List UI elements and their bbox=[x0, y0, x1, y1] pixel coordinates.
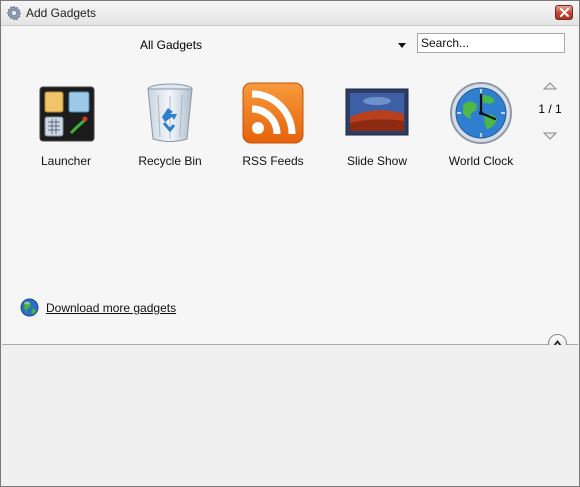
gadget-label: Launcher bbox=[40, 154, 92, 168]
filter-dropdown[interactable]: All Gadgets bbox=[140, 37, 410, 53]
filter-value: All Gadgets bbox=[140, 38, 203, 52]
launcher-icon bbox=[34, 81, 98, 145]
search-input[interactable] bbox=[417, 33, 565, 53]
page-down-button[interactable] bbox=[542, 130, 558, 140]
slide-show-icon bbox=[345, 81, 409, 145]
window-title: Add Gadgets bbox=[26, 6, 97, 20]
gadget-gallery: All Gadgets Launcher bbox=[2, 26, 578, 344]
add-gadgets-window: Add Gadgets All Gadgets Search... Launch… bbox=[0, 0, 580, 487]
download-more-gadgets-link[interactable]: Download more gadgets bbox=[46, 301, 176, 315]
page-up-button[interactable] bbox=[542, 80, 558, 90]
gadget-world-clock[interactable]: World Clock bbox=[435, 81, 527, 181]
gadget-label: Recycle Bin bbox=[138, 154, 202, 168]
gadget-label: World Clock bbox=[448, 154, 514, 168]
details-pane bbox=[2, 345, 578, 486]
world-clock-icon bbox=[449, 81, 513, 145]
close-icon bbox=[560, 8, 569, 17]
gadget-label: Slide Show bbox=[346, 154, 408, 168]
gadget-slide-show[interactable]: Slide Show bbox=[331, 81, 423, 181]
chevron-down-icon[interactable] bbox=[398, 43, 406, 48]
recycle-bin-icon bbox=[138, 81, 202, 145]
chevron-up-icon bbox=[542, 82, 558, 90]
gadget-recycle-bin[interactable]: Recycle Bin bbox=[124, 81, 216, 181]
title-bar[interactable]: Add Gadgets bbox=[1, 1, 579, 26]
close-button[interactable] bbox=[555, 5, 573, 20]
gadget-launcher[interactable]: Launcher bbox=[20, 81, 112, 181]
rss-icon bbox=[241, 81, 305, 145]
gadget-label: RSS Feeds bbox=[242, 154, 304, 168]
chevron-down-icon bbox=[542, 132, 558, 140]
gear-icon bbox=[6, 5, 22, 21]
globe-icon bbox=[20, 298, 39, 317]
page-indicator: 1 / 1 bbox=[538, 102, 562, 116]
gadget-rss-feeds[interactable]: RSS Feeds bbox=[227, 81, 319, 181]
